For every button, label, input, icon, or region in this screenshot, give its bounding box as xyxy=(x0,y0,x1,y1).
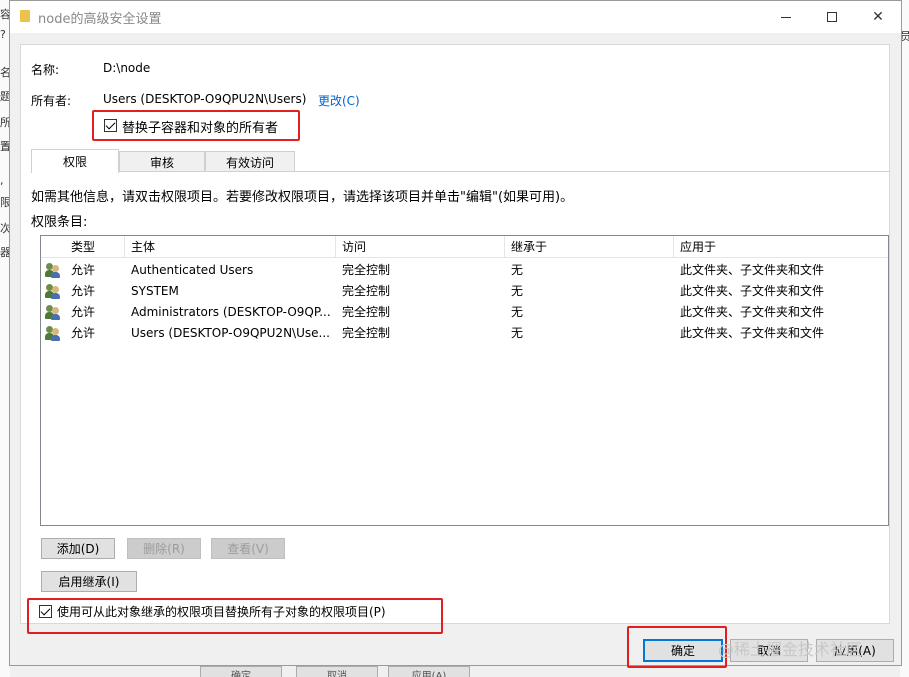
cell-access: 完全控制 xyxy=(342,305,391,319)
cell-principal: Users (DESKTOP-O9QPU2N\Use... xyxy=(131,326,330,340)
users-icon xyxy=(45,326,61,341)
cell-principal: Authenticated Users xyxy=(131,263,254,277)
cell-applies: 此文件夹、子文件夹和文件 xyxy=(680,284,825,298)
cell-access: 完全控制 xyxy=(342,284,391,298)
header-access[interactable]: 访问 xyxy=(336,236,505,258)
users-icon xyxy=(45,284,61,299)
users-icon xyxy=(45,263,61,278)
maximize-button[interactable] xyxy=(809,1,855,33)
users-icon xyxy=(45,305,61,320)
minimize-button[interactable] xyxy=(763,1,809,33)
settings-panel: 名称: D:\node 所有者: Users (DESKTOP-O9QPU2N\… xyxy=(20,44,890,634)
header-principal[interactable]: 主体 xyxy=(125,236,336,258)
background-cancel-button: 取消 xyxy=(296,666,378,677)
table-row[interactable]: 允许 Administrators (DESKTOP-O9QP... 完全控制 … xyxy=(41,302,888,323)
close-icon: ✕ xyxy=(872,9,884,25)
tab-effective-access[interactable]: 有效访问 xyxy=(205,151,295,172)
view-button[interactable]: 查看(V) xyxy=(211,538,285,559)
close-button[interactable]: ✕ xyxy=(855,1,901,33)
cell-inherited: 无 xyxy=(511,326,524,340)
add-button[interactable]: 添加(D) xyxy=(41,538,115,559)
permission-entries-list[interactable]: 类型 主体 访问 继承于 应用于 允许 Authenticated Users … xyxy=(40,235,889,526)
cell-inherited: 无 xyxy=(511,263,524,277)
background-apply-button: 应用(A) xyxy=(388,666,470,677)
name-value: D:\node xyxy=(103,61,151,75)
enable-inheritance-button[interactable]: 启用继承(I) xyxy=(41,571,137,592)
cell-principal: Administrators (DESKTOP-O9QP... xyxy=(131,305,331,319)
table-row[interactable]: 允许 Authenticated Users 完全控制 无 此文件夹、子文件夹和… xyxy=(41,260,888,281)
advanced-security-dialog: node的高级安全设置 ✕ 名称: D:\node 所有者: Users (DE… xyxy=(9,0,902,668)
cell-inherited: 无 xyxy=(511,305,524,319)
cell-principal: SYSTEM xyxy=(131,284,179,298)
remove-button[interactable]: 删除(R) xyxy=(127,538,201,559)
title-bar[interactable]: node的高级安全设置 ✕ xyxy=(10,1,901,33)
cell-type: 允许 xyxy=(71,305,96,319)
table-row[interactable]: 允许 SYSTEM 完全控制 无 此文件夹、子文件夹和文件 xyxy=(41,281,888,302)
cell-access: 完全控制 xyxy=(342,263,391,277)
folder-icon xyxy=(20,10,30,22)
cell-inherited: 无 xyxy=(511,284,524,298)
table-header: 类型 主体 访问 继承于 应用于 xyxy=(41,236,888,258)
tab-auditing[interactable]: 审核 xyxy=(119,151,205,172)
background-ok-button: 确定 xyxy=(200,666,282,677)
owner-label: 所有者: xyxy=(31,94,72,108)
cell-type: 允许 xyxy=(71,326,96,340)
minimize-icon xyxy=(781,16,791,18)
highlight-box xyxy=(92,110,300,141)
highlight-box xyxy=(27,598,443,634)
header-type[interactable]: 类型 xyxy=(65,236,125,258)
header-applies[interactable]: 应用于 xyxy=(674,236,888,258)
cell-applies: 此文件夹、子文件夹和文件 xyxy=(680,263,825,277)
cell-type: 允许 xyxy=(71,284,96,298)
change-owner-link[interactable]: 更改(C) xyxy=(318,92,360,109)
owner-value: Users (DESKTOP-O9QPU2N\Users) xyxy=(103,92,307,106)
cell-applies: 此文件夹、子文件夹和文件 xyxy=(680,326,825,340)
tab-permissions[interactable]: 权限 xyxy=(31,149,119,173)
window-title: node的高级安全设置 xyxy=(38,12,162,27)
header-inherited[interactable]: 继承于 xyxy=(505,236,674,258)
entries-label: 权限条目: xyxy=(31,215,88,230)
cell-applies: 此文件夹、子文件夹和文件 xyxy=(680,305,825,319)
info-text: 如需其他信息，请双击权限项目。若要修改权限项目，请选择该项目并单击"编辑"(如果… xyxy=(31,190,574,205)
maximize-icon xyxy=(827,12,837,22)
name-label: 名称: xyxy=(31,63,60,77)
watermark: @稀土掘金技术社区 xyxy=(718,640,863,659)
table-row[interactable]: 允许 Users (DESKTOP-O9QPU2N\Use... 完全控制 无 … xyxy=(41,323,888,344)
cell-access: 完全控制 xyxy=(342,326,391,340)
tab-divider xyxy=(31,171,889,172)
highlight-box xyxy=(627,626,727,668)
cell-type: 允许 xyxy=(71,263,96,277)
